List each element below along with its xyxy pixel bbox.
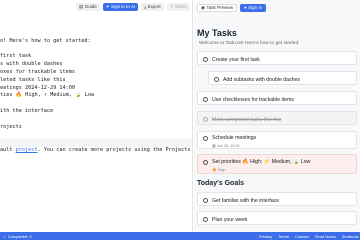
page-subtitle: Welcome to Todo.txt! Here's how to get s…: [199, 41, 300, 46]
editor-line: rojects: [0, 123, 22, 130]
editor-line: s with double dashes: [0, 61, 63, 68]
guide-button[interactable]: ▤ Guide: [76, 3, 100, 11]
priority-task-item[interactable]: Set priorities 🔥 High; ⚡ Medium, 🍃 Low 🔥…: [197, 154, 357, 174]
editor-line: first task: [0, 53, 32, 60]
privacy-link[interactable]: Privacy: [259, 234, 272, 239]
project-link[interactable]: project: [16, 147, 38, 153]
check-icon: ✓: [3, 233, 7, 239]
export-button[interactable]: ⤓ Export: [141, 3, 164, 11]
priority-badge: 🔥 High: [212, 168, 226, 172]
editor-line: leted tasks like this: [0, 76, 66, 83]
download-icon: ⤓: [144, 4, 147, 9]
goal-item[interactable]: Get familiar with the interface: [197, 192, 357, 206]
contact-link[interactable]: Contact: [295, 234, 309, 239]
editor-line: oxes for trackable items: [0, 68, 75, 75]
text-editor[interactable]: o! Here's how to get started: first task…: [0, 14, 192, 155]
completed-count: ✓ Completed: 0: [3, 233, 32, 239]
editor-line: ault project. You can create more projec…: [0, 146, 193, 153]
editor-line: o! Here's how to get started:: [0, 37, 91, 44]
share-icon: ⇪: [169, 4, 174, 9]
goals-heading: Today's Goals: [197, 180, 245, 187]
due-date: ▦ Jan 28, 14:00: [212, 143, 240, 148]
editor-toolbar: ▤ Guide ✦ Sign in to AI ⤓ Export ⇪ Share: [0, 0, 192, 14]
shortcuts-link[interactable]: Shortcuts: [342, 234, 359, 239]
preview-toolbar: ◉ Task Preview ● Sign In: [194, 0, 360, 16]
signin-ai-button[interactable]: ✦ Sign in to AI: [102, 3, 139, 11]
book-icon: ▤: [79, 4, 84, 9]
goal-item[interactable]: Plan your week: [197, 211, 357, 225]
sign-in-button[interactable]: ● Sign In: [239, 4, 267, 12]
editor-line: ties 🔥 High, ⚡ Medium, 🍃 Low: [0, 92, 95, 99]
checkbox-circle-icon[interactable]: [203, 159, 208, 165]
editor-line-current: [0, 139, 192, 147]
footer-links: Privacy Terms Contact Send Notes Shortcu…: [259, 234, 359, 239]
checkbox-circle-icon[interactable]: [203, 116, 208, 122]
share-button[interactable]: ⇪ Share: [166, 3, 190, 11]
task-item[interactable]: Schedule meetings ▦ Jan 28, 14:00: [197, 131, 357, 149]
subtask-item[interactable]: Add subtasks with double dashes: [208, 71, 357, 85]
send-notes-link[interactable]: Send Notes: [315, 234, 336, 239]
completed-task-item[interactable]: Mark completed tasks like this: [197, 111, 357, 125]
task-item[interactable]: Create your first task: [197, 51, 357, 65]
editor-line: ith the interface: [0, 107, 54, 114]
sparkle-icon: ✦: [105, 4, 110, 9]
terms-link[interactable]: Terms: [278, 234, 289, 239]
page-title: My Tasks: [197, 28, 237, 38]
task-item[interactable]: Use checkboxes for trackable items: [197, 91, 357, 105]
editor-pane: ▤ Guide ✦ Sign in to AI ⤓ Export ⇪ Share…: [0, 0, 193, 232]
user-icon: ●: [243, 5, 247, 10]
eye-icon: ◉: [201, 5, 205, 10]
task-preview-tab[interactable]: ◉ Task Preview: [197, 4, 237, 12]
checkbox-circle-icon[interactable]: [203, 56, 208, 62]
checkbox-circle-icon[interactable]: [203, 96, 208, 102]
preview-pane: ◉ Task Preview ● Sign In My Tasks Welcom…: [194, 0, 360, 232]
checkbox-circle-icon[interactable]: [203, 216, 208, 222]
checkbox-circle-icon[interactable]: [203, 197, 208, 203]
status-bar: ✓ Completed: 0 Privacy Terms Contact Sen…: [0, 232, 360, 240]
checkbox-circle-icon[interactable]: [214, 76, 219, 82]
checkbox-circle-icon[interactable]: [203, 136, 208, 141]
